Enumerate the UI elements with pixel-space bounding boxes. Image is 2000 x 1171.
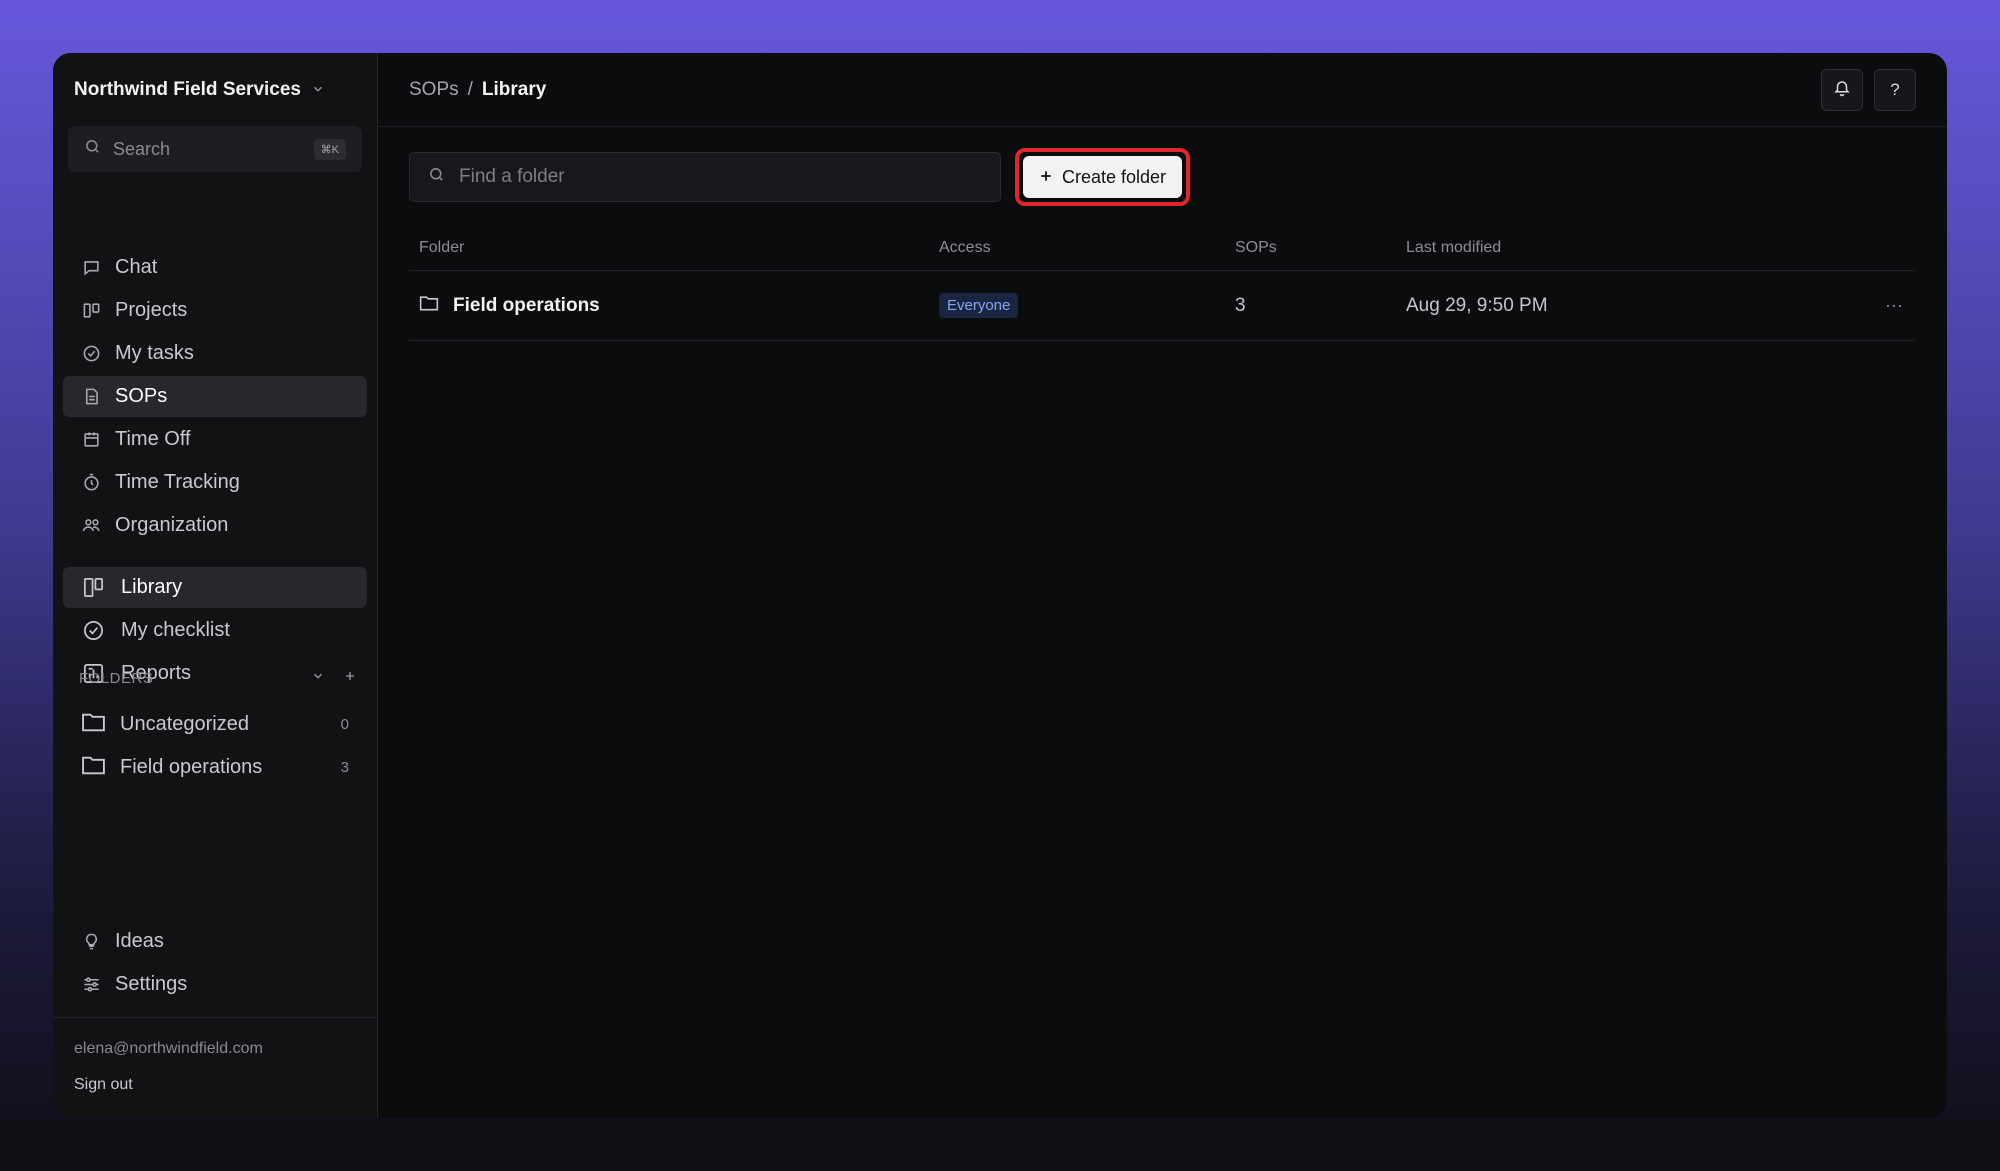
column-folder[interactable]: Folder: [409, 239, 939, 257]
row-folder-cell: Field operations: [409, 294, 939, 318]
bottom-nav: Ideas Settings: [63, 921, 367, 1007]
row-last-modified: Aug 29, 9:50 PM: [1406, 294, 1548, 316]
help-icon: ?: [1890, 80, 1900, 99]
topbar: SOPs / Library ?: [378, 53, 1947, 127]
search-icon: [428, 166, 445, 188]
create-folder-label: Create folder: [1062, 166, 1167, 187]
row-sops-count: 3: [1235, 294, 1246, 316]
folders-heading: FOLDERS: [79, 669, 357, 688]
sidebar-item-settings[interactable]: Settings: [63, 964, 367, 1005]
sidebar-item-label: Settings: [115, 973, 188, 995]
lightbulb-icon: [81, 932, 101, 952]
stopwatch-icon: [81, 473, 101, 493]
folder-name: Uncategorized: [120, 713, 249, 735]
sidebar-item-sops[interactable]: SOPs: [63, 376, 367, 417]
row-access-cell: Everyone: [939, 293, 1235, 318]
bell-icon: [1833, 79, 1851, 102]
sidebar-folder-uncategorized[interactable]: Uncategorized 0: [63, 703, 367, 746]
sidebar-item-label: Chat: [115, 256, 158, 278]
calendar-icon: [81, 430, 101, 450]
folder-list: Uncategorized 0 Field operations 3: [63, 703, 367, 789]
sidebar-item-label: Ideas: [115, 930, 164, 952]
board-icon: [81, 301, 101, 321]
chevron-down-icon: [311, 82, 325, 99]
sidebar-item-label: Projects: [115, 299, 188, 321]
breadcrumb: SOPs / Library: [409, 79, 546, 101]
column-last-modified[interactable]: Last modified: [1406, 239, 1874, 257]
search-shortcut: ⌘K: [313, 138, 346, 160]
breadcrumb-separator: /: [467, 78, 473, 100]
column-access[interactable]: Access: [939, 239, 1235, 257]
find-folder-input[interactable]: [459, 166, 982, 188]
access-badge: Everyone: [939, 293, 1019, 318]
sidebar-item-label: My checklist: [121, 619, 230, 641]
breadcrumb-current: Library: [481, 78, 547, 100]
find-folder-field[interactable]: [409, 152, 1001, 202]
table-header: Folder Access SOPs Last modified: [409, 226, 1914, 271]
folder-name: Field operations: [120, 756, 263, 778]
sidebar-item-organization[interactable]: Organization: [63, 505, 367, 546]
main-content: SOPs / Library ? Find a folder Create fo…: [378, 53, 1947, 1118]
table-row[interactable]: Field operations Everyone 3 Aug 29, 9:50…: [409, 271, 1914, 341]
app-window: Northwind Field Services Search ⌘K Chat: [53, 53, 1947, 1118]
sign-out-link[interactable]: Sign out: [74, 1076, 357, 1094]
highlight-box: Create folder: [1015, 148, 1191, 206]
sidebar-item-label: Time Tracking: [115, 471, 240, 493]
sidebar-item-label: Library: [121, 576, 183, 598]
row-more-icon[interactable]: ···: [1874, 295, 1914, 316]
main-nav: Chat Projects My tasks SOPs Time Off Tim…: [63, 247, 367, 548]
sidebar-item-chat[interactable]: Chat: [63, 247, 367, 288]
sidebar-item-ideas[interactable]: Ideas: [63, 921, 367, 962]
sidebar-item-library[interactable]: Library: [63, 567, 367, 608]
people-icon: [81, 516, 101, 536]
add-folder-icon[interactable]: [343, 669, 357, 688]
sidebar-item-time-tracking[interactable]: Time Tracking: [63, 462, 367, 503]
org-switcher[interactable]: Northwind Field Services: [74, 79, 325, 101]
sidebar-item-time-off[interactable]: Time Off: [63, 419, 367, 460]
chevron-down-icon[interactable]: [311, 669, 325, 688]
sidebar-item-label: My tasks: [115, 342, 194, 364]
sidebar-item-projects[interactable]: Projects: [63, 290, 367, 331]
sidebar-item-my-checklist[interactable]: My checklist: [63, 610, 367, 651]
sidebar-item-my-tasks[interactable]: My tasks: [63, 333, 367, 374]
help-button[interactable]: ?: [1874, 69, 1916, 111]
folders-heading-label: FOLDERS: [79, 670, 154, 687]
chat-icon: [81, 258, 101, 278]
sidebar-item-label: Organization: [115, 514, 229, 536]
account-email: elena@northwindfield.com: [74, 1040, 263, 1057]
sidebar: Northwind Field Services Search ⌘K Chat: [53, 53, 378, 1118]
create-folder-button[interactable]: Create folder: [1023, 156, 1183, 198]
desktop-bottom-band: [0, 1121, 2000, 1171]
sliders-icon: [81, 975, 101, 995]
folder-count: 0: [340, 716, 349, 733]
org-name: Northwind Field Services: [74, 79, 301, 100]
folder-icon: [81, 754, 106, 782]
search-placeholder: Search: [113, 138, 171, 159]
search-icon: [84, 138, 101, 160]
breadcrumb-sops[interactable]: SOPs: [409, 79, 459, 101]
folder-icon: [81, 711, 106, 739]
notifications-button[interactable]: [1821, 69, 1863, 111]
account-section: elena@northwindfield.com Sign out: [53, 1017, 378, 1094]
check-circle-icon: [81, 619, 105, 643]
folders-table: Folder Access SOPs Last modified Field o…: [409, 226, 1914, 341]
sidebar-item-label: Time Off: [115, 428, 191, 450]
sidebar-item-label: SOPs: [115, 385, 168, 407]
folder-icon: [419, 294, 439, 318]
sidebar-folder-field-operations[interactable]: Field operations 3: [63, 746, 367, 789]
column-sops[interactable]: SOPs: [1235, 239, 1406, 257]
plus-icon: [1039, 166, 1053, 189]
check-circle-icon: [81, 344, 101, 364]
toolbar: Create folder: [409, 148, 1191, 206]
top-actions: ?: [1821, 69, 1916, 111]
board-icon: [81, 576, 105, 600]
document-icon: [81, 387, 101, 407]
row-folder-name[interactable]: Field operations: [453, 295, 600, 317]
folder-count: 3: [340, 759, 349, 776]
sidebar-search[interactable]: Search ⌘K: [68, 126, 362, 172]
